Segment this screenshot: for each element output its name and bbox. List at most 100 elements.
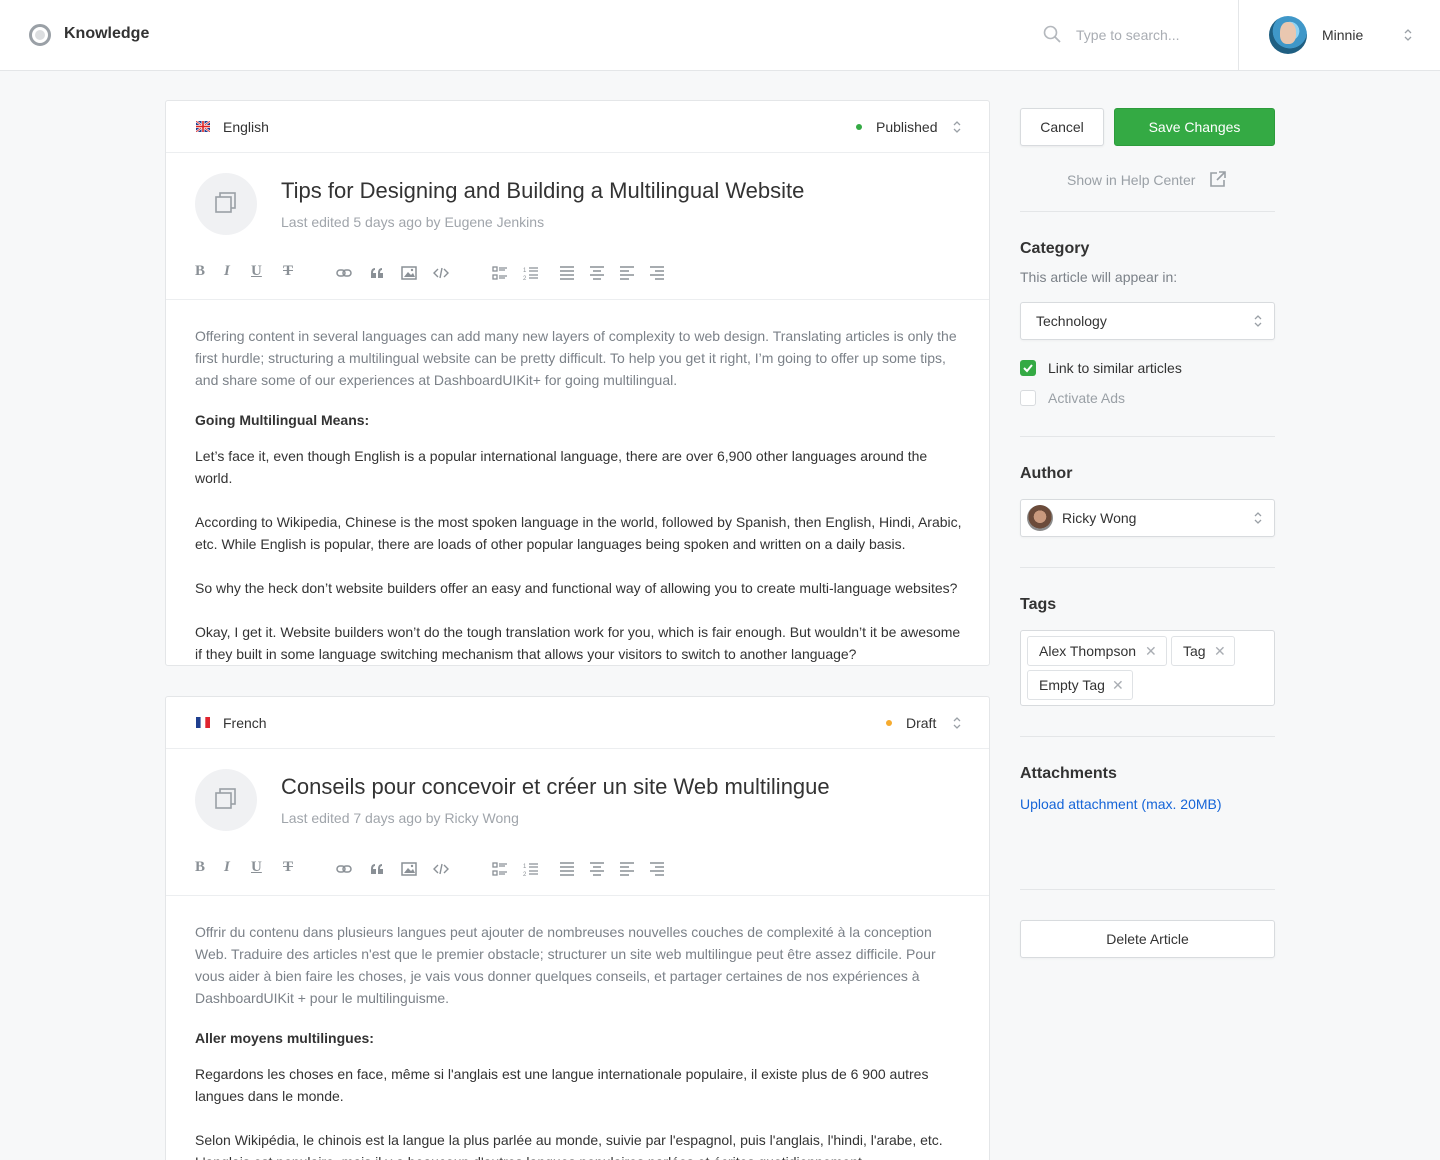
activate-ads-checkbox[interactable] xyxy=(1020,390,1036,406)
section-heading: Aller moyens multilingues: xyxy=(195,1030,374,1046)
close-icon[interactable]: ✕ xyxy=(1214,643,1226,660)
copy-icon xyxy=(195,173,257,235)
align-right-icon[interactable] xyxy=(649,861,665,877)
article-title[interactable]: Conseils pour concevoir et créer un site… xyxy=(281,774,830,800)
image-icon[interactable] xyxy=(401,861,417,877)
attachments-title: Attachments xyxy=(1020,765,1117,782)
align-right-icon[interactable] xyxy=(649,265,665,281)
activate-ads-label[interactable]: Activate Ads xyxy=(1048,390,1125,406)
strikethrough-button[interactable]: T xyxy=(283,263,293,280)
status-select[interactable]: Draft xyxy=(906,715,936,731)
paragraph: So why the heck don’t website builders o… xyxy=(195,580,958,596)
chevron-updown-icon xyxy=(1404,29,1412,41)
link-similar-label[interactable]: Link to similar articles xyxy=(1048,360,1182,376)
copy-icon xyxy=(195,769,257,831)
card-header: French Draft xyxy=(166,697,989,749)
paragraph: According to Wikipedia, Chinese is the m… xyxy=(195,514,962,552)
intro-paragraph: Offering content in several languages ca… xyxy=(195,328,957,388)
bold-button[interactable]: B xyxy=(195,859,205,876)
chevron-updown-icon[interactable] xyxy=(953,716,961,730)
article-body[interactable]: Offrir du contenu dans plusieurs langues… xyxy=(195,921,965,1160)
article-meta: Last edited 5 days ago by Eugene Jenkins xyxy=(281,214,545,230)
align-center-icon[interactable] xyxy=(589,265,605,281)
france-flag-icon xyxy=(196,717,210,728)
paragraph: Okay, I get it. Website builders won’t d… xyxy=(195,624,961,662)
align-left-icon[interactable] xyxy=(619,265,635,281)
avatar xyxy=(1269,16,1307,54)
numbered-list-icon[interactable]: 12 xyxy=(523,265,539,281)
avatar xyxy=(1027,505,1053,531)
cancel-button[interactable]: Cancel xyxy=(1020,108,1104,146)
tags-input[interactable]: Alex Thompson ✕ Tag ✕ Empty Tag ✕ xyxy=(1020,630,1275,706)
article-editor-french: French Draft Conseils pour concevoir et … xyxy=(165,696,990,1160)
section-heading: Going Multilingual Means: xyxy=(195,412,370,428)
card-header: English Published xyxy=(166,101,989,153)
quote-icon[interactable] xyxy=(369,861,385,877)
align-center-icon[interactable] xyxy=(589,861,605,877)
tag-chip: Alex Thompson ✕ xyxy=(1027,636,1167,666)
paragraph: Regardons les choses en face, même si l'… xyxy=(195,1066,929,1104)
code-icon[interactable] xyxy=(433,265,449,281)
align-left-icon[interactable] xyxy=(619,861,635,877)
link-icon[interactable] xyxy=(336,265,352,281)
paragraph: Let’s face it, even though English is a … xyxy=(195,448,928,486)
delete-article-button[interactable]: Delete Article xyxy=(1020,920,1275,958)
status-select[interactable]: Published xyxy=(876,119,938,135)
paragraph: Selon Wikipédia, le chinois est la langu… xyxy=(195,1132,943,1160)
search-input[interactable] xyxy=(1076,25,1226,45)
article-editor-english: English Published Tips for Designing and… xyxy=(165,100,990,666)
divider xyxy=(166,299,989,300)
divider xyxy=(1020,736,1275,737)
italic-button[interactable]: I xyxy=(224,263,230,280)
close-icon[interactable]: ✕ xyxy=(1112,677,1124,694)
divider xyxy=(1020,889,1275,890)
article-title[interactable]: Tips for Designing and Building a Multil… xyxy=(281,178,804,204)
status-dot xyxy=(886,720,892,726)
image-icon[interactable] xyxy=(401,265,417,281)
underline-button[interactable]: U xyxy=(251,263,262,280)
bulleted-list-icon[interactable] xyxy=(492,861,508,877)
svg-text:2: 2 xyxy=(523,872,527,877)
category-select[interactable]: Technology xyxy=(1020,302,1275,340)
user-name: Minnie xyxy=(1322,27,1364,43)
align-justify-icon[interactable] xyxy=(559,265,575,281)
author-select[interactable]: Ricky Wong xyxy=(1020,499,1275,537)
tag-label: Empty Tag xyxy=(1039,677,1105,693)
upload-attachment-link[interactable]: Upload attachment (max. 20MB) xyxy=(1020,796,1222,812)
svg-text:2: 2 xyxy=(523,276,527,281)
divider xyxy=(166,895,989,896)
article-header: Conseils pour concevoir et créer un site… xyxy=(166,749,989,895)
close-icon[interactable]: ✕ xyxy=(1145,643,1157,660)
category-title: Category xyxy=(1020,240,1090,257)
tag-label: Tag xyxy=(1183,643,1206,659)
underline-button[interactable]: U xyxy=(251,859,262,876)
category-value: Technology xyxy=(1036,313,1107,329)
tags-title: Tags xyxy=(1020,596,1057,613)
svg-text:1: 1 xyxy=(523,268,527,274)
bulleted-list-icon[interactable] xyxy=(492,265,508,281)
divider xyxy=(1020,436,1275,437)
chevron-updown-icon[interactable] xyxy=(953,120,961,134)
language-label: English xyxy=(223,119,269,135)
category-subtitle: This article will appear in: xyxy=(1020,269,1178,285)
lifebuoy-icon xyxy=(29,24,51,46)
language-label: French xyxy=(223,715,267,731)
show-in-help-center-link[interactable]: Show in Help Center xyxy=(1067,172,1195,188)
link-similar-checkbox[interactable] xyxy=(1020,360,1036,376)
code-icon[interactable] xyxy=(433,861,449,877)
strikethrough-button[interactable]: T xyxy=(283,859,293,876)
chevron-updown-icon xyxy=(1254,315,1262,327)
article-body[interactable]: Offering content in several languages ca… xyxy=(195,325,965,665)
italic-button[interactable]: I xyxy=(224,859,230,876)
tag-label: Alex Thompson xyxy=(1039,643,1137,659)
bold-button[interactable]: B xyxy=(195,263,205,280)
link-icon[interactable] xyxy=(336,861,352,877)
save-changes-button[interactable]: Save Changes xyxy=(1114,108,1275,146)
align-justify-icon[interactable] xyxy=(559,861,575,877)
user-menu[interactable]: Minnie xyxy=(1238,0,1440,70)
external-link-icon[interactable] xyxy=(1209,170,1227,188)
author-title: Author xyxy=(1020,465,1073,482)
numbered-list-icon[interactable]: 12 xyxy=(523,861,539,877)
quote-icon[interactable] xyxy=(369,265,385,281)
divider xyxy=(1020,211,1275,212)
